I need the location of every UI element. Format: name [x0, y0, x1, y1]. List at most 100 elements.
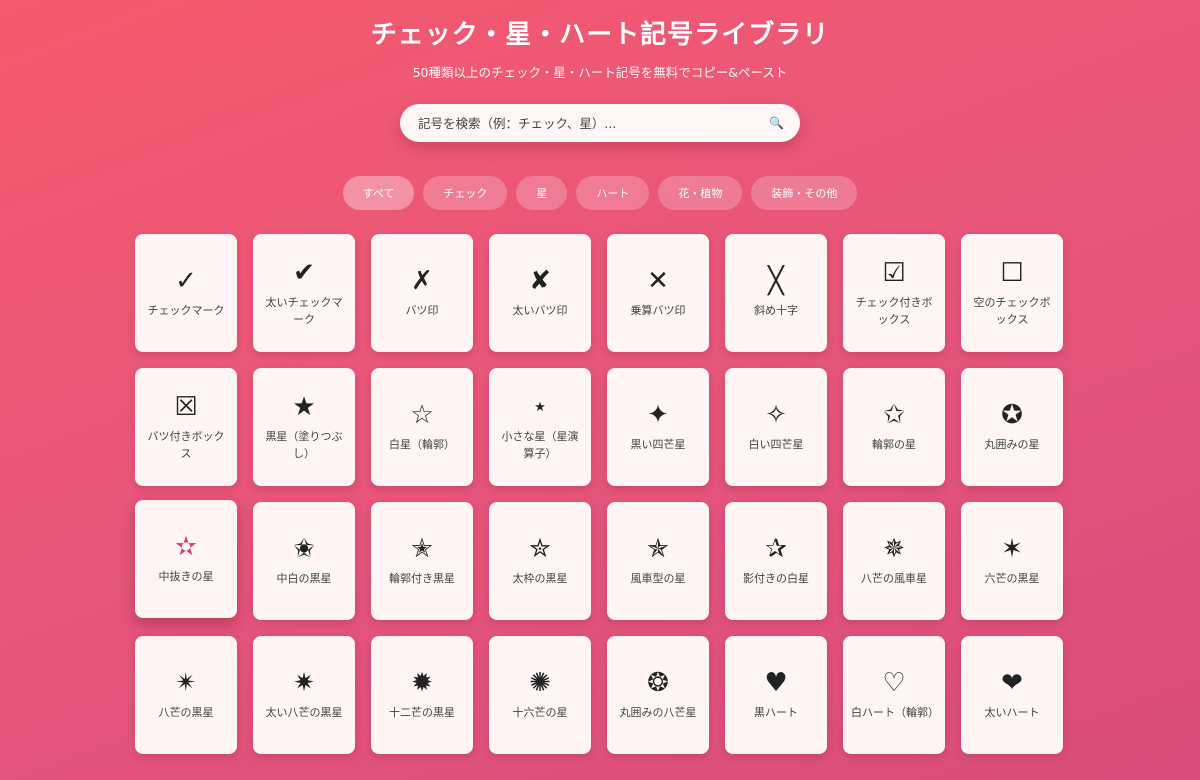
symbol-name: 八芒の風車星 — [861, 572, 927, 586]
symbol-glyph: ✶ — [1001, 534, 1023, 565]
symbol-card[interactable]: ❤ 太いハート — [961, 636, 1063, 754]
symbol-card[interactable]: ✶ 六芒の黒星 — [961, 502, 1063, 620]
symbol-name: バツ付きボックス — [147, 430, 225, 460]
symbol-name: 斜め十字 — [754, 304, 798, 318]
symbol-card[interactable]: ✪ 丸囲みの星 — [961, 368, 1063, 486]
symbol-name: 風車型の星 — [630, 572, 686, 586]
symbol-card[interactable]: ✔ 太いチェックマーク — [253, 234, 355, 352]
search-bar[interactable]: 🔍 — [400, 104, 800, 142]
symbol-name: 白い四芒星 — [748, 438, 804, 452]
symbol-name: 太いハート — [984, 706, 1040, 720]
symbol-glyph: ❤ — [1001, 668, 1023, 699]
symbol-name: 十六芒の星 — [512, 706, 568, 720]
search-input[interactable] — [416, 114, 764, 132]
symbol-name: 白ハート（輪郭） — [851, 706, 939, 720]
symbol-glyph: ✴ — [175, 668, 197, 699]
symbol-name: 黒星（塗りつぶし） — [265, 430, 343, 460]
symbol-card[interactable]: ❂ 丸囲みの八芒星 — [607, 636, 709, 754]
symbol-name: 中白の黒星 — [276, 572, 332, 586]
symbol-name: 六芒の黒星 — [984, 572, 1040, 586]
symbol-card[interactable]: ☑ チェック付きボックス — [843, 234, 945, 352]
symbol-glyph: ⋆ — [531, 391, 549, 422]
filter-chip[interactable]: すべて — [342, 176, 415, 210]
symbol-name: 丸囲みの星 — [984, 438, 1040, 452]
symbol-glyph: ♡ — [882, 668, 906, 699]
symbol-glyph: ☆ — [410, 400, 434, 431]
symbol-name: 黒い四芒星 — [630, 438, 686, 452]
symbol-name: 空のチェックボックス — [973, 296, 1051, 326]
symbol-glyph: ✭ — [411, 534, 433, 565]
symbol-glyph: ✗ — [411, 266, 433, 297]
symbol-card[interactable]: ♡ 白ハート（輪郭） — [843, 636, 945, 754]
symbol-glyph: ★ — [292, 391, 316, 422]
symbol-glyph: ✕ — [647, 266, 669, 297]
symbol-name: 太い八芒の黒星 — [265, 706, 343, 720]
symbol-card[interactable]: ✕ 乗算バツ印 — [607, 234, 709, 352]
symbol-glyph: ✹ — [411, 668, 433, 699]
symbol-glyph: ✬ — [293, 534, 315, 565]
symbol-glyph: ✧ — [765, 400, 787, 431]
symbol-card[interactable]: ✯ 風車型の星 — [607, 502, 709, 620]
page-title: チェック・星・ハート記号ライブラリ — [370, 20, 830, 50]
symbol-name: 小さな星（星演算子） — [501, 430, 579, 460]
symbol-glyph: ✵ — [883, 534, 905, 565]
symbol-card[interactable]: ✩ 輪郭の星 — [843, 368, 945, 486]
symbol-card[interactable]: ✬ 中白の黒星 — [253, 502, 355, 620]
symbol-card[interactable]: ✵ 八芒の風車星 — [843, 502, 945, 620]
symbol-glyph: ♥ — [764, 668, 788, 699]
symbol-glyph: ✔ — [293, 257, 315, 288]
symbol-name: 八芒の黒星 — [158, 706, 214, 720]
symbol-name: 丸囲みの八芒星 — [619, 706, 697, 720]
filter-chip[interactable]: ハート — [576, 176, 650, 210]
symbol-card[interactable]: ✴ 八芒の黒星 — [135, 636, 237, 754]
search-icon[interactable]: 🔍 — [769, 116, 784, 130]
symbol-card[interactable]: ☆ 白星（輪郭） — [371, 368, 473, 486]
symbol-name: 中抜きの星 — [158, 570, 214, 584]
symbol-glyph: ✦ — [647, 400, 669, 431]
symbol-glyph: ✫ — [175, 532, 197, 563]
symbol-name: チェック付きボックス — [855, 296, 933, 326]
symbol-grid: ✓ チェックマーク ✔ 太いチェックマーク ✗ バツ印 ✘ 太いバツ印 ✕ 乗算バツ印 ╳ 斜め十字 ☑… — [135, 234, 1063, 754]
symbol-glyph: ✘ — [529, 266, 551, 297]
symbol-card[interactable]: ✦ 黒い四芒星 — [607, 368, 709, 486]
symbol-card[interactable]: ✮ 太枠の黒星 — [489, 502, 591, 620]
symbol-name: 白星（輪郭） — [389, 438, 455, 452]
symbol-card[interactable]: ✫ 中抜きの星 — [135, 500, 237, 618]
symbol-card[interactable]: ✭ 輪郭付き黒星 — [371, 502, 473, 620]
symbol-glyph: ✮ — [529, 534, 551, 565]
symbol-name: チェックマーク — [147, 304, 225, 318]
symbol-card[interactable]: ⋆ 小さな星（星演算子） — [489, 368, 591, 486]
symbol-name: 十二芒の黒星 — [389, 706, 455, 720]
symbol-glyph: ☑ — [882, 257, 906, 288]
symbol-name: 乗算バツ印 — [630, 304, 686, 318]
filter-chip[interactable]: 花・植物 — [658, 176, 743, 210]
symbol-card[interactable]: ✓ チェックマーク — [135, 234, 237, 352]
symbol-glyph: ✺ — [529, 668, 551, 699]
symbol-card[interactable]: ✷ 太い八芒の黒星 — [253, 636, 355, 754]
symbol-card[interactable]: ✘ 太いバツ印 — [489, 234, 591, 352]
symbol-name: 輪郭の星 — [872, 438, 916, 452]
symbol-glyph: ✷ — [293, 668, 315, 699]
symbol-card[interactable]: ✗ バツ印 — [371, 234, 473, 352]
filter-chip[interactable]: 星 — [516, 176, 568, 210]
filter-chip[interactable]: 装飾・その他 — [751, 176, 858, 210]
symbol-card[interactable]: ✹ 十二芒の黒星 — [371, 636, 473, 754]
symbol-card[interactable]: ☒ バツ付きボックス — [135, 368, 237, 486]
symbol-name: 黒ハート — [754, 706, 798, 720]
page-subtitle: 50種類以上のチェック・星・ハート記号を無料でコピー&ペースト — [412, 65, 788, 80]
symbol-glyph: ✰ — [765, 534, 787, 565]
symbol-card[interactable]: ☐ 空のチェックボックス — [961, 234, 1063, 352]
symbol-name: 輪郭付き黒星 — [389, 572, 455, 586]
symbol-glyph: ✓ — [175, 266, 197, 297]
symbol-card[interactable]: ╳ 斜め十字 — [725, 234, 827, 352]
symbol-glyph: ✩ — [883, 400, 905, 431]
symbol-card[interactable]: ♥ 黒ハート — [725, 636, 827, 754]
symbol-card[interactable]: ✺ 十六芒の星 — [489, 636, 591, 754]
symbol-card[interactable]: ✰ 影付きの白星 — [725, 502, 827, 620]
filter-chip[interactable]: チェック — [423, 176, 508, 210]
symbol-name: 太枠の黒星 — [512, 572, 568, 586]
category-filters: すべて チェック星ハート 花・植物 装飾・その他 — [0, 176, 1200, 210]
symbol-glyph: ✯ — [647, 534, 669, 565]
symbol-card[interactable]: ✧ 白い四芒星 — [725, 368, 827, 486]
symbol-card[interactable]: ★ 黒星（塗りつぶし） — [253, 368, 355, 486]
